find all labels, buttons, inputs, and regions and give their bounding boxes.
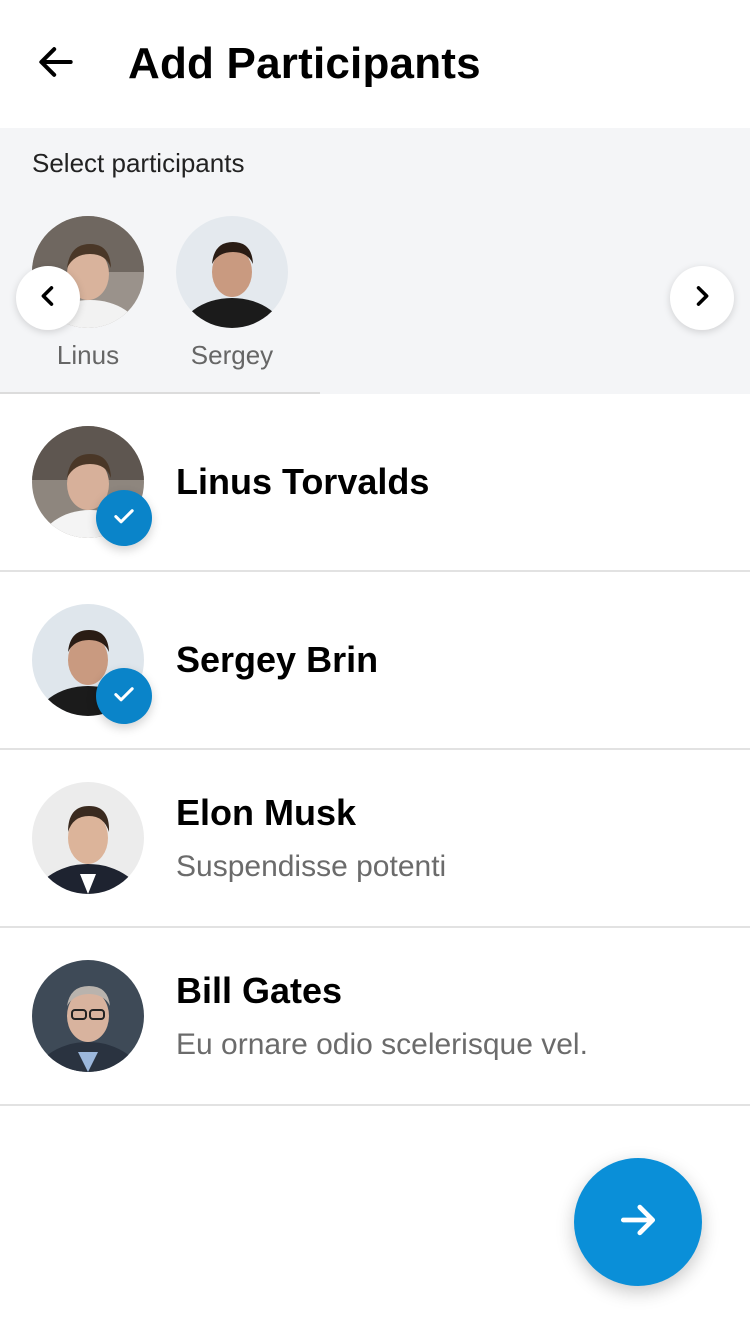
list-item[interactable]: Linus Torvalds	[0, 394, 750, 572]
check-icon	[110, 680, 138, 713]
arrow-right-icon	[616, 1198, 660, 1247]
chip-name: Linus	[56, 340, 120, 370]
page-title: Add Participants	[128, 39, 481, 88]
app-header: Add Participants	[0, 0, 750, 128]
chip-name: Sergey	[190, 340, 274, 370]
chip-sergey[interactable]: Sergey	[176, 216, 288, 371]
contact-list: Linus Torvalds Sergey Brin Elon Musk Sus…	[0, 394, 750, 1106]
avatar	[32, 782, 144, 894]
contact-name: Linus Torvalds	[176, 461, 430, 502]
arrow-left-icon	[34, 40, 78, 89]
check-badge	[96, 490, 152, 546]
list-item[interactable]: Sergey Brin	[0, 572, 750, 750]
selected-participants-section: Select participants Linus Sergey	[0, 128, 750, 394]
contact-name: Sergey Brin	[176, 639, 379, 680]
list-item[interactable]: Bill Gates Eu ornare odio scelerisque ve…	[0, 928, 750, 1106]
avatar	[32, 960, 144, 1072]
avatar	[176, 216, 288, 328]
contact-name: Bill Gates	[176, 970, 343, 1011]
chevron-left-icon	[34, 282, 62, 315]
section-label: Select participants	[32, 148, 245, 178]
contact-name: Elon Musk	[176, 792, 357, 833]
list-item[interactable]: Elon Musk Suspendisse potenti	[0, 750, 750, 928]
check-icon	[110, 502, 138, 535]
check-badge	[96, 668, 152, 724]
next-button[interactable]	[574, 1158, 702, 1286]
back-button[interactable]	[0, 0, 112, 128]
scroll-right-button[interactable]	[670, 266, 734, 330]
contact-status: Eu ornare odio scelerisque vel.	[176, 1028, 588, 1061]
chevron-right-icon	[688, 282, 716, 315]
scroll-left-button[interactable]	[16, 266, 80, 330]
contact-status: Suspendisse potenti	[176, 850, 447, 883]
